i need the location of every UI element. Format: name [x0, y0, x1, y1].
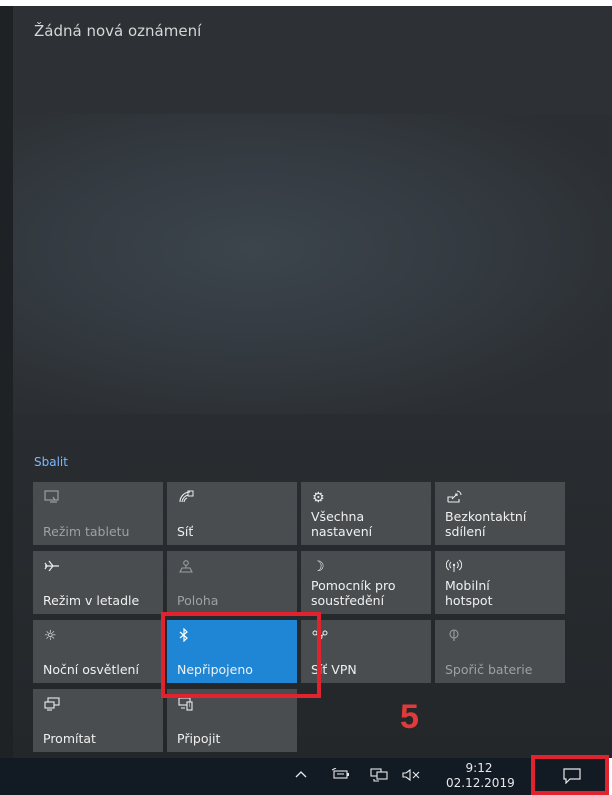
blurred-background — [13, 114, 612, 414]
connect-icon — [178, 697, 194, 715]
action-center-icon — [563, 768, 581, 788]
tile-location[interactable]: Poloha — [167, 551, 297, 614]
bluetooth-highlight-box — [161, 612, 321, 698]
brightness-icon: ☼ — [44, 628, 57, 644]
step-number: 5 — [400, 698, 419, 736]
tile-mobile-hotspot[interactable]: Mobilní hotspot — [435, 551, 565, 614]
tile-label: Poloha — [177, 593, 219, 608]
tablet-mode-icon — [44, 490, 60, 508]
tile-connect[interactable]: Připojit — [167, 689, 297, 752]
project-icon — [44, 697, 60, 715]
clock-time: 9:12 — [465, 761, 493, 775]
tile-all-settings[interactable]: ⚙ Všechna nastavení — [301, 482, 431, 545]
tile-label: Spořič baterie — [445, 662, 533, 677]
tile-label: Síť VPN — [311, 662, 357, 677]
tile-network[interactable]: Síť — [167, 482, 297, 545]
tile-project[interactable]: Promítat — [33, 689, 163, 752]
tile-label: Všechna nastavení — [311, 509, 373, 539]
left-edge — [0, 6, 13, 758]
network-icon — [178, 490, 194, 508]
network-wired-icon[interactable] — [370, 768, 388, 786]
tile-label: Pomocník pro soustředění — [311, 578, 396, 608]
tile-label: Síť — [177, 524, 194, 539]
tile-label: Promítat — [43, 731, 96, 746]
tile-label: Bezkontaktní sdílení — [445, 509, 527, 539]
hotspot-icon — [445, 559, 463, 577]
no-notifications-text: Žádná nová oznámení — [34, 22, 202, 40]
tile-battery-saver[interactable]: Spořič baterie — [435, 620, 565, 683]
tile-label: Připojit — [177, 731, 221, 746]
tile-label: Mobilní hotspot — [445, 578, 493, 608]
battery-saver-icon — [446, 628, 462, 646]
screen: Žádná nová oznámení Sbalit Režim tabletu… — [0, 0, 612, 795]
tile-label: Režim v letadle — [43, 593, 140, 608]
action-center-button[interactable] — [531, 755, 609, 795]
chevron-up-icon[interactable] — [294, 768, 308, 784]
tile-nearby-sharing[interactable]: Bezkontaktní sdílení — [435, 482, 565, 545]
tile-night-light[interactable]: ☼ Noční osvětlení — [33, 620, 163, 683]
taskbar: 9:12 02.12.2019 — [0, 755, 612, 795]
tile-focus-assist[interactable]: ☽ Pomocník pro soustředění — [301, 551, 431, 614]
tile-label: Režim tabletu — [43, 524, 130, 539]
tile-label: Noční osvětlení — [43, 662, 139, 677]
clock-date: 02.12.2019 — [446, 776, 515, 790]
notifications-area: Žádná nová oznámení — [13, 6, 612, 114]
collapse-link[interactable]: Sbalit — [34, 455, 68, 469]
clock[interactable]: 9:12 02.12.2019 — [446, 761, 515, 791]
tile-tablet-mode[interactable]: Režim tabletu — [33, 482, 163, 545]
tile-airplane-mode[interactable]: Režim v letadle — [33, 551, 163, 614]
battery-icon[interactable] — [331, 767, 350, 784]
airplane-icon — [44, 559, 60, 577]
speaker-muted-icon[interactable] — [402, 768, 422, 786]
moon-icon: ☽ — [312, 559, 325, 575]
nearby-share-icon — [446, 490, 462, 508]
location-icon — [178, 559, 194, 577]
gear-icon: ⚙ — [312, 490, 325, 506]
